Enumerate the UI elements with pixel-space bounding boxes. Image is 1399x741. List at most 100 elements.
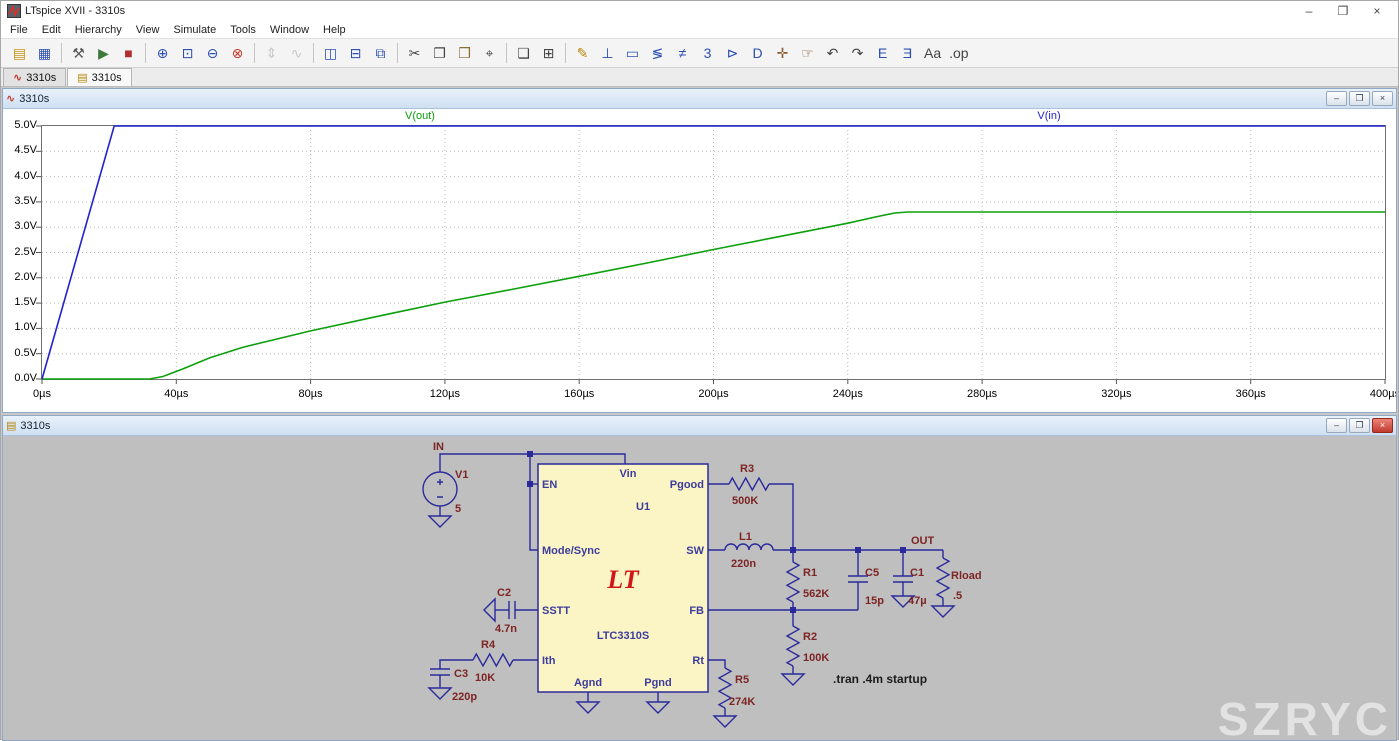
waveform-plot[interactable] xyxy=(35,125,1388,387)
toolbar-place-diode-button[interactable]: ⊳ xyxy=(721,42,744,65)
x-tick-label: 280µs xyxy=(967,388,997,400)
r4-symbol[interactable] xyxy=(473,654,513,666)
c3-symbol[interactable] xyxy=(430,669,450,675)
toolbar-separator xyxy=(145,43,146,63)
pin-ith: Ith xyxy=(542,655,556,667)
tab-label: 3310s xyxy=(92,72,122,84)
waveform-window-titlebar[interactable]: ∿ 3310s – ❐ × xyxy=(3,89,1396,109)
toolbar-zoom-window-button[interactable]: ⊡ xyxy=(176,42,199,65)
toolbar-place-inductor-button[interactable]: 3 xyxy=(696,42,719,65)
pin-mode-sync: Mode/Sync xyxy=(542,545,600,557)
pin-en: EN xyxy=(542,479,557,491)
menu-simulate[interactable]: Simulate xyxy=(166,23,223,37)
waveform-plot-area[interactable]: V(out)V(in) 0.0V0.5V1.0V1.5V2.0V2.5V3.0V… xyxy=(3,109,1396,412)
app-close-button[interactable]: × xyxy=(1360,4,1394,18)
r2-symbol[interactable] xyxy=(787,626,799,666)
r2-value: 100K xyxy=(803,652,829,664)
toolbar-zoom-out-button[interactable]: ⊖ xyxy=(201,42,224,65)
net-label-out: OUT xyxy=(911,535,935,547)
toolbar-find-button[interactable]: ⌖ xyxy=(478,42,501,65)
c2-ref: C2 xyxy=(497,587,511,599)
r3-value: 500K xyxy=(732,495,758,507)
toolbar-copy-button[interactable]: ❐ xyxy=(428,42,451,65)
toolbar-place-component-button[interactable]: D xyxy=(746,42,769,65)
toolbar-undo-button[interactable]: ↶ xyxy=(821,42,844,65)
toolbar-spice-directive-button[interactable]: .op xyxy=(946,42,971,65)
toolbar-print-button[interactable]: ❏ xyxy=(512,42,535,65)
app-maximize-button[interactable]: ❐ xyxy=(1326,4,1360,18)
menu-file[interactable]: File xyxy=(3,23,35,37)
r1-symbol[interactable] xyxy=(787,562,799,602)
l1-symbol[interactable] xyxy=(725,544,773,550)
x-tick-label: 240µs xyxy=(833,388,863,400)
x-tick-label: 120µs xyxy=(430,388,460,400)
toolbar-drag-button[interactable]: ☞ xyxy=(796,42,819,65)
toolbar-cut-button[interactable]: ✂ xyxy=(403,42,426,65)
toolbar-draw-wire-button[interactable]: ✎ xyxy=(571,42,594,65)
r2-ref: R2 xyxy=(803,631,817,643)
toolbar-print-preview-button[interactable]: ⊞ xyxy=(537,42,560,65)
app-title: LTspice XVII - 3310s xyxy=(25,5,125,17)
toolbar-halt-button[interactable]: ■ xyxy=(117,42,140,65)
schematic-minimize-button[interactable]: – xyxy=(1326,418,1347,433)
schematic-restore-button[interactable]: ❐ xyxy=(1349,418,1370,433)
trace-label-V(out)[interactable]: V(out) xyxy=(405,110,435,122)
toolbar-tile-horizontally-button[interactable]: ⊟ xyxy=(344,42,367,65)
ground-symbol xyxy=(429,516,451,527)
toolbar-separator xyxy=(506,43,507,63)
tab-schematic[interactable]: ▤3310s xyxy=(67,68,131,86)
toolbar-place-text-button[interactable]: Aa xyxy=(921,42,944,65)
toolbar-zoom-full-extents-button[interactable]: ⊗ xyxy=(226,42,249,65)
waveform-minimize-button[interactable]: – xyxy=(1326,91,1347,106)
lt-logo: LT xyxy=(606,565,639,594)
c2-value: 4.7n xyxy=(495,623,517,635)
y-tick-label: 3.0V xyxy=(3,220,37,232)
app-minimize-button[interactable]: – xyxy=(1292,4,1326,18)
menu-edit[interactable]: Edit xyxy=(35,23,68,37)
toolbar-paste-button[interactable]: ❒ xyxy=(453,42,476,65)
x-tick-label: 200µs xyxy=(698,388,728,400)
toolbar-tile-vertically-button[interactable]: ◫ xyxy=(319,42,342,65)
trace-label-V(in)[interactable]: V(in) xyxy=(1037,110,1060,122)
toolbar-control-panel-button[interactable]: ⚒ xyxy=(67,42,90,65)
toolbar-redo-button[interactable]: ↷ xyxy=(846,42,869,65)
toolbar-place-resistor-button[interactable]: ≶ xyxy=(646,42,669,65)
menu-tools[interactable]: Tools xyxy=(223,23,263,37)
schematic-window-titlebar[interactable]: ▤ 3310s – ❐ × xyxy=(3,416,1396,436)
menu-help[interactable]: Help xyxy=(316,23,353,37)
c5-value: 15p xyxy=(865,595,884,607)
l1-ref: L1 xyxy=(739,531,752,543)
menu-window[interactable]: Window xyxy=(263,23,316,37)
toolbar-mirror-button[interactable]: Ǝ xyxy=(896,42,919,65)
menu-hierarchy[interactable]: Hierarchy xyxy=(68,23,129,37)
tab-waveform[interactable]: ∿3310s xyxy=(3,68,66,86)
waveform-window: ∿ 3310s – ❐ × V(out)V(in) 0.0V0.5V1.0V1.… xyxy=(2,88,1397,413)
schematic-close-button[interactable]: × xyxy=(1372,418,1393,433)
toolbar-place-capacitor-button[interactable]: ≠ xyxy=(671,42,694,65)
ground-symbol xyxy=(714,716,736,727)
toolbar-cascade-windows-button[interactable]: ⧉ xyxy=(369,42,392,65)
toolbar-place-net-label-button[interactable]: ▭ xyxy=(621,42,644,65)
waveform-restore-button[interactable]: ❐ xyxy=(1349,91,1370,106)
menu-view[interactable]: View xyxy=(129,23,167,37)
pin-sstt: SSTT xyxy=(542,605,570,617)
r3-symbol[interactable] xyxy=(729,478,769,490)
toolbar-rotate-button[interactable]: E xyxy=(871,42,894,65)
v1-source-symbol[interactable] xyxy=(423,472,457,506)
toolbar-save-button[interactable]: ▦ xyxy=(33,42,56,65)
toolbar-run-button[interactable]: ▶ xyxy=(92,42,115,65)
c2-symbol[interactable] xyxy=(509,601,515,619)
rload-symbol[interactable] xyxy=(937,558,949,598)
waveform-close-button[interactable]: × xyxy=(1372,91,1393,106)
pin-vin: Vin xyxy=(620,468,637,480)
watermark: SZRYC xyxy=(1218,692,1392,740)
trace-V(in)[interactable] xyxy=(42,126,1385,379)
ground-symbol xyxy=(429,688,451,699)
schematic-canvas[interactable]: IN V1 5 Vin EN Pgood U1 Mode/Sync SW LT … xyxy=(3,436,1396,740)
toolbar-open-button[interactable]: ▤ xyxy=(8,42,31,65)
spice-directive-text[interactable]: .tran .4m startup xyxy=(833,672,927,686)
toolbar-zoom-in-button[interactable]: ⊕ xyxy=(151,42,174,65)
toolbar-place-ground-button[interactable]: ⊥ xyxy=(596,42,619,65)
toolbar-move-button[interactable]: ✛ xyxy=(771,42,794,65)
trace-V(out)[interactable] xyxy=(42,212,1385,379)
